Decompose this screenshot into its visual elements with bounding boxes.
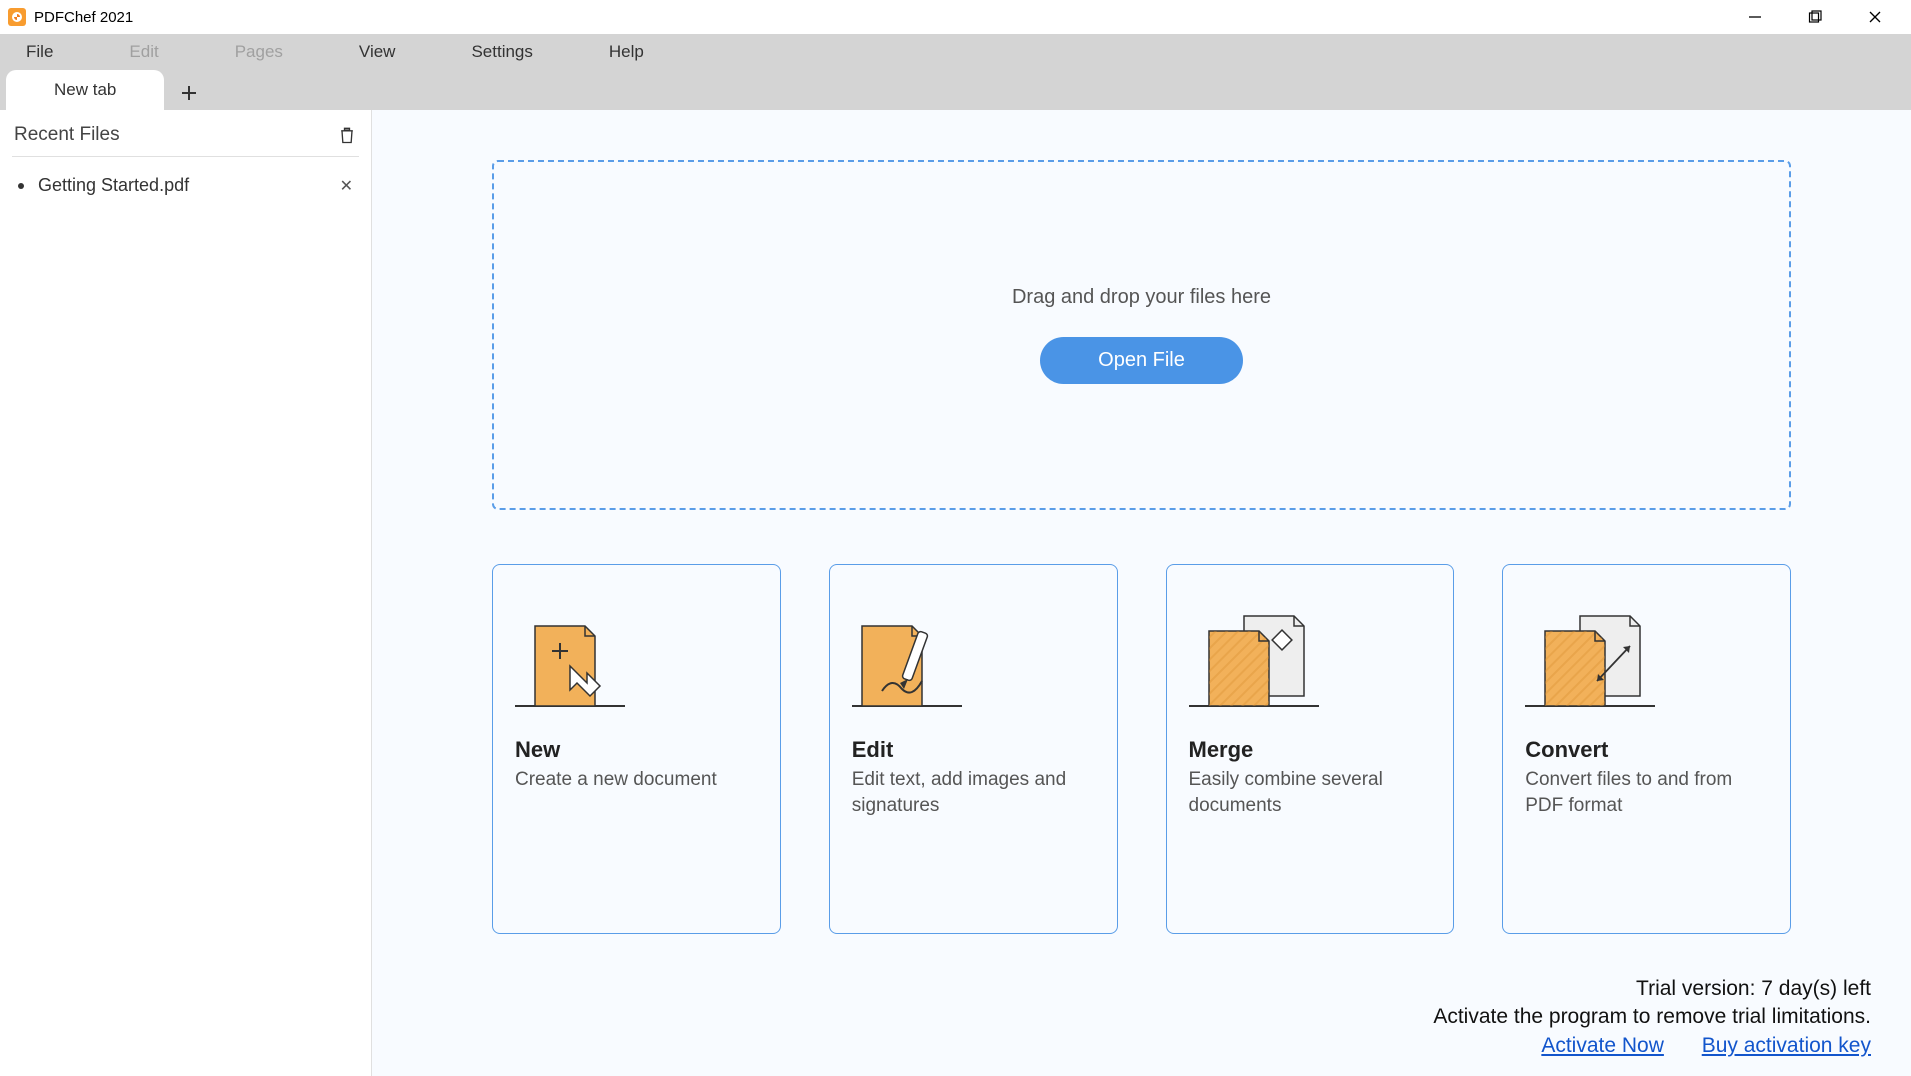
card-new-desc: Create a new document	[515, 767, 758, 793]
menu-pages: Pages	[227, 38, 291, 66]
tabbar: New tab	[0, 70, 1911, 110]
bullet-icon	[18, 183, 24, 189]
card-edit-icon	[852, 601, 1095, 711]
card-merge-icon	[1189, 601, 1432, 711]
tab-label: New tab	[54, 80, 116, 100]
card-convert[interactable]: Convert Convert files to and from PDF fo…	[1502, 564, 1791, 934]
recent-files-label: Recent Files	[14, 124, 120, 146]
window-titlebar: PDFChef 2021	[0, 0, 1911, 34]
menu-help[interactable]: Help	[601, 38, 652, 66]
card-new[interactable]: New Create a new document	[492, 564, 781, 934]
recent-files-header: Recent Files	[12, 120, 359, 157]
menubar: File Edit Pages View Settings Help	[0, 34, 1911, 70]
card-convert-icon	[1525, 601, 1768, 711]
card-convert-desc: Convert files to and from PDF format	[1525, 767, 1768, 818]
card-new-title: New	[515, 737, 758, 763]
remove-recent-icon[interactable]: ✕	[340, 176, 353, 196]
action-cards-row: New Create a new document Edit Edit	[492, 564, 1791, 934]
card-new-icon	[515, 601, 758, 711]
body-area: Recent Files Getting Started.pdf ✕ Drag …	[0, 110, 1911, 1076]
tab-new[interactable]: New tab	[6, 70, 164, 110]
maximize-button[interactable]	[1803, 5, 1827, 29]
recent-file-name: Getting Started.pdf	[38, 175, 189, 196]
card-convert-title: Convert	[1525, 737, 1768, 763]
menu-settings[interactable]: Settings	[463, 38, 540, 66]
dropzone[interactable]: Drag and drop your files here Open File	[492, 160, 1791, 510]
menu-view[interactable]: View	[351, 38, 404, 66]
open-file-button[interactable]: Open File	[1040, 337, 1243, 384]
close-button[interactable]	[1863, 5, 1887, 29]
trial-status: Trial version: 7 day(s) left	[1433, 975, 1871, 1003]
card-merge-desc: Easily combine several documents	[1189, 767, 1432, 818]
activate-now-link[interactable]: Activate Now	[1541, 1034, 1664, 1057]
add-tab-button[interactable]	[172, 76, 206, 110]
app-title: PDFChef 2021	[34, 9, 1743, 26]
main-area: Drag and drop your files here Open File …	[372, 110, 1911, 1076]
clear-recent-icon[interactable]	[337, 124, 357, 146]
card-edit[interactable]: Edit Edit text, add images and signature…	[829, 564, 1118, 934]
menu-edit: Edit	[121, 38, 166, 66]
trial-info: Trial version: 7 day(s) left Activate th…	[1433, 975, 1871, 1060]
trial-message: Activate the program to remove trial lim…	[1433, 1003, 1871, 1031]
dropzone-text: Drag and drop your files here	[1012, 286, 1271, 309]
menu-file[interactable]: File	[18, 38, 61, 66]
sidebar: Recent Files Getting Started.pdf ✕	[0, 110, 372, 1076]
window-controls	[1743, 5, 1887, 29]
minimize-button[interactable]	[1743, 5, 1767, 29]
recent-file-item[interactable]: Getting Started.pdf ✕	[12, 157, 359, 214]
card-edit-title: Edit	[852, 737, 1095, 763]
card-edit-desc: Edit text, add images and signatures	[852, 767, 1095, 818]
card-merge-title: Merge	[1189, 737, 1432, 763]
buy-key-link[interactable]: Buy activation key	[1702, 1034, 1871, 1057]
card-merge[interactable]: Merge Easily combine several documents	[1166, 564, 1455, 934]
app-icon	[8, 8, 26, 26]
